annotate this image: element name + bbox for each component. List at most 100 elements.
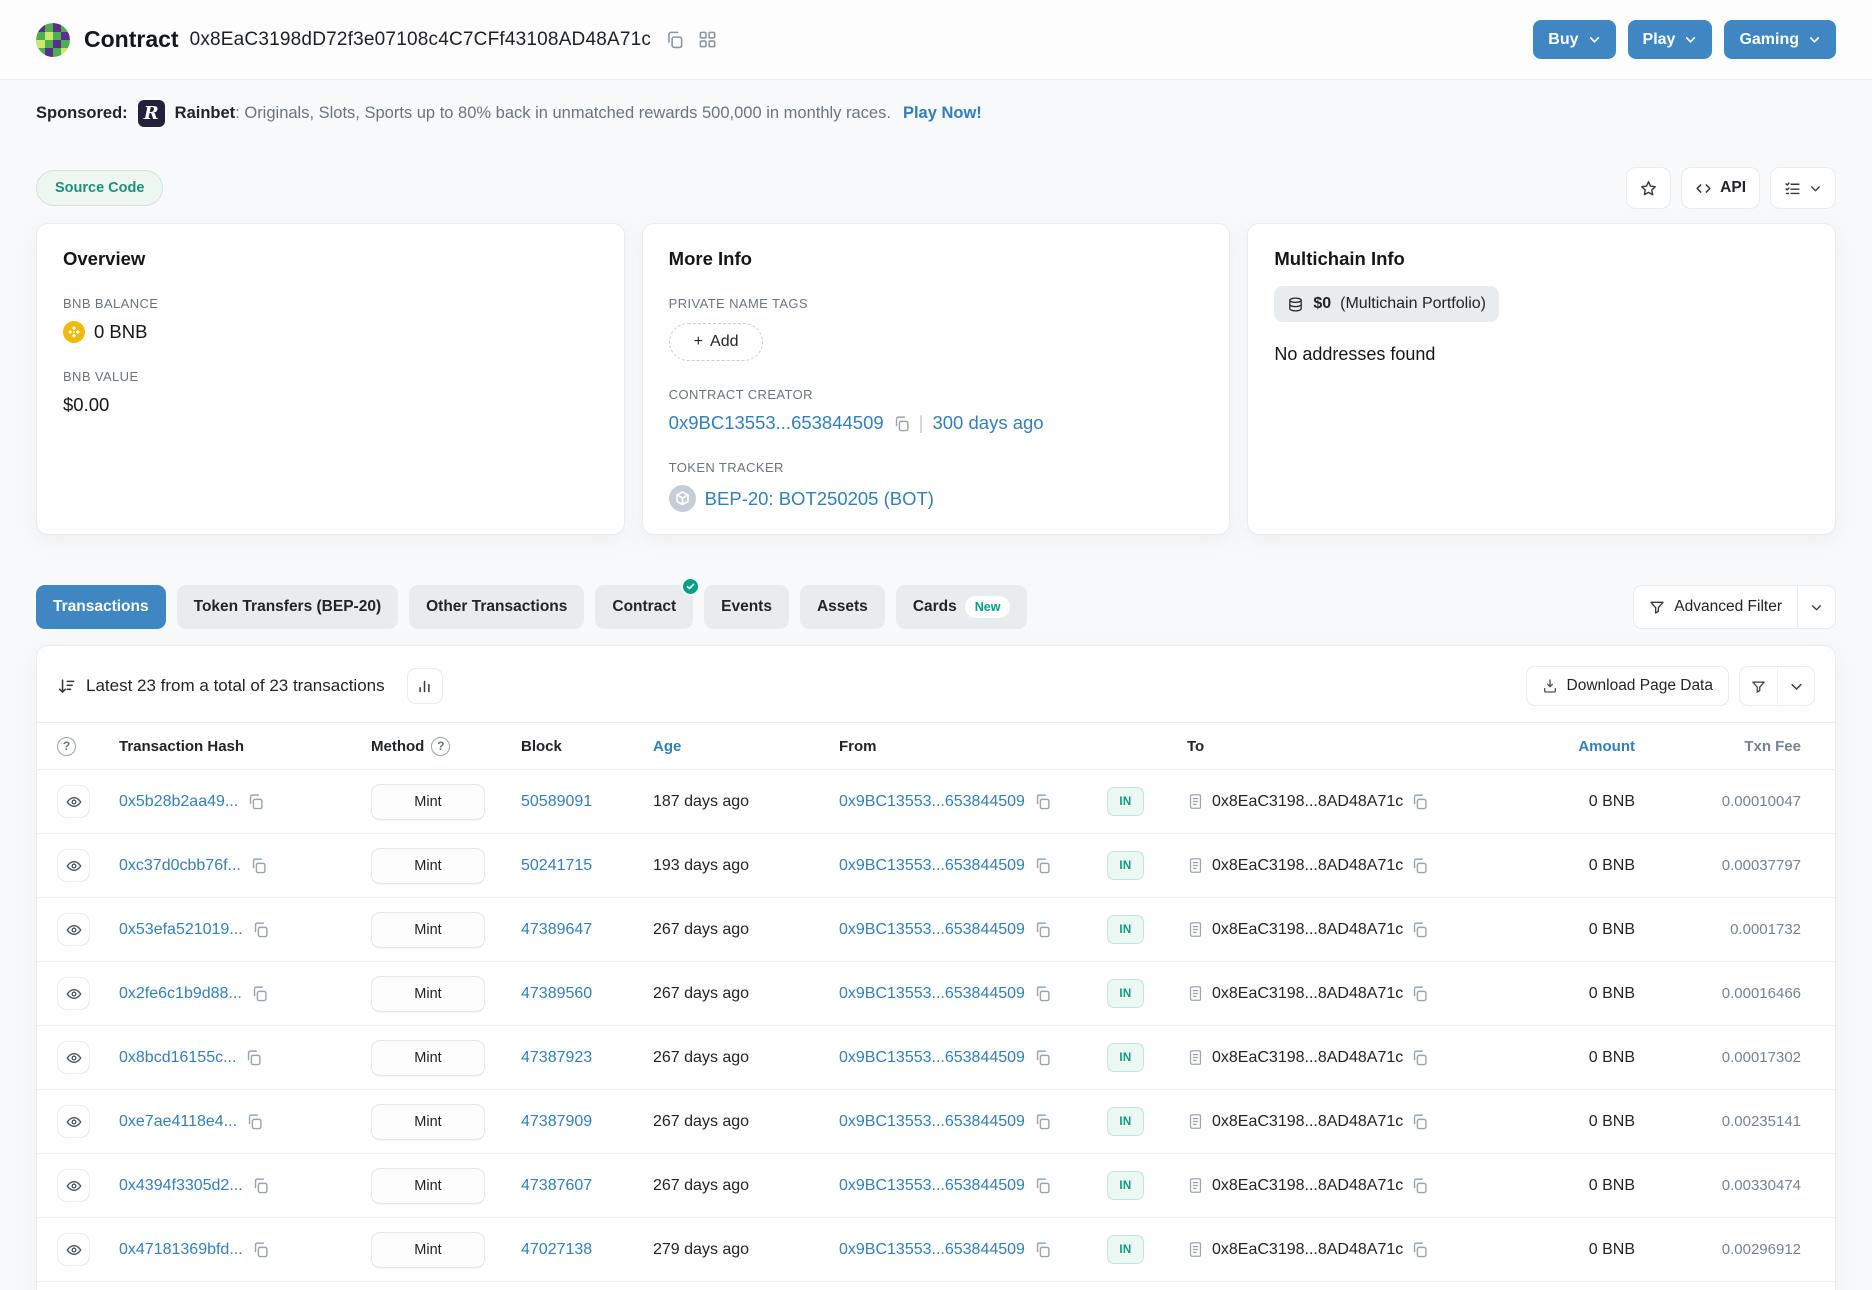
tab-other-transactions[interactable]: Other Transactions [409,585,584,629]
block-link[interactable]: 50241715 [521,857,592,874]
copy-icon[interactable] [1034,921,1051,938]
method-badge[interactable]: Mint [371,1104,485,1140]
transaction-hash-link[interactable]: 0xc37d0cbb76f... [119,857,241,875]
preview-transaction-button[interactable] [57,849,90,882]
to-address-link[interactable]: 0x8EaC3198...8AD48A71c [1212,857,1403,875]
from-address-link[interactable]: 0x9BC13553...653844509 [839,1177,1025,1195]
method-badge[interactable]: Mint [371,1168,485,1204]
sort-icon[interactable] [57,677,76,696]
tab-contract[interactable]: Contract [595,585,693,629]
copy-icon[interactable] [252,921,269,938]
help-icon[interactable]: ? [57,737,76,756]
block-link[interactable]: 47027138 [521,1241,592,1258]
from-address-link[interactable]: 0x9BC13553...653844509 [839,985,1025,1003]
copy-icon[interactable] [1034,1113,1051,1130]
transaction-hash-link[interactable]: 0xe7ae4118e4... [119,1113,237,1131]
transaction-hash-link[interactable]: 0x4394f3305d2... [119,1177,243,1195]
source-code-badge[interactable]: Source Code [36,170,163,206]
from-address-link[interactable]: 0x9BC13553...653844509 [839,857,1025,875]
buy-button[interactable]: Buy [1533,20,1615,59]
filter-funnel-button[interactable] [1740,667,1777,705]
method-badge[interactable]: Mint [371,912,485,948]
advanced-filter-caret[interactable] [1797,586,1835,628]
copy-icon[interactable] [245,1049,262,1066]
gaming-button[interactable]: Gaming [1724,20,1836,59]
copy-icon[interactable] [247,793,264,810]
copy-icon[interactable] [1411,1241,1428,1258]
tab-token-transfers-bep-20[interactable]: Token Transfers (BEP-20) [177,585,399,629]
copy-icon[interactable] [246,1113,263,1130]
creation-age-link[interactable]: 300 days ago [932,412,1043,434]
preview-transaction-button[interactable] [57,1233,90,1266]
copy-icon[interactable] [1411,1113,1428,1130]
copy-icon[interactable] [1411,1049,1428,1066]
preview-transaction-button[interactable] [57,785,90,818]
block-link[interactable]: 50589091 [521,793,592,810]
copy-icon[interactable] [1034,1241,1051,1258]
api-button[interactable]: API [1681,167,1760,209]
transaction-hash-link[interactable]: 0x53efa521019... [119,921,243,939]
copy-icon[interactable] [1411,793,1428,810]
download-page-data-button[interactable]: Download Page Data [1526,666,1730,706]
block-link[interactable]: 47387909 [521,1113,592,1130]
help-icon[interactable]: ? [431,737,450,756]
copy-icon[interactable] [251,985,268,1002]
block-link[interactable]: 47387923 [521,1049,592,1066]
copy-icon[interactable] [1034,985,1051,1002]
multichain-portfolio-badge[interactable]: $0 (Multichain Portfolio) [1274,286,1499,322]
preview-transaction-button[interactable] [57,913,90,946]
preview-transaction-button[interactable] [57,1041,90,1074]
creator-address-link[interactable]: 0x9BC13553...653844509 [669,412,884,434]
transaction-hash-link[interactable]: 0x47181369bfd... [119,1241,243,1259]
copy-icon[interactable] [1411,857,1428,874]
play-button[interactable]: Play [1628,20,1713,59]
transaction-hash-link[interactable]: 0x8bcd16155c... [119,1049,236,1067]
to-address-link[interactable]: 0x8EaC3198...8AD48A71c [1212,1113,1403,1131]
to-address-link[interactable]: 0x8EaC3198...8AD48A71c [1212,1177,1403,1195]
chart-view-button[interactable] [407,668,443,704]
from-address-link[interactable]: 0x9BC13553...653844509 [839,1049,1025,1067]
token-tracker-link[interactable]: BEP-20: BOT250205 (BOT) [705,488,934,510]
preview-transaction-button[interactable] [57,977,90,1010]
block-link[interactable]: 47387607 [521,1177,592,1194]
add-name-tag-button[interactable]: + Add [669,323,764,361]
advanced-filter-main[interactable]: Advanced Filter [1634,586,1797,628]
col-age[interactable]: Age [653,738,681,755]
method-badge[interactable]: Mint [371,848,485,884]
from-address-link[interactable]: 0x9BC13553...653844509 [839,1113,1025,1131]
from-address-link[interactable]: 0x9BC13553...653844509 [839,921,1025,939]
tab-assets[interactable]: Assets [800,585,885,629]
to-address-link[interactable]: 0x8EaC3198...8AD48A71c [1212,1049,1403,1067]
to-address-link[interactable]: 0x8EaC3198...8AD48A71c [1212,921,1403,939]
copy-icon[interactable] [1034,1177,1051,1194]
copy-icon[interactable] [1411,921,1428,938]
checklist-menu-button[interactable] [1770,167,1836,209]
copy-address-icon[interactable] [665,30,684,49]
method-badge[interactable]: Mint [371,1232,485,1268]
tab-events[interactable]: Events [704,585,789,629]
to-address-link[interactable]: 0x8EaC3198...8AD48A71c [1212,793,1403,811]
copy-icon[interactable] [250,857,267,874]
method-badge[interactable]: Mint [371,1040,485,1076]
copy-icon[interactable] [1034,1049,1051,1066]
copy-icon[interactable] [1411,1177,1428,1194]
copy-icon[interactable] [1034,857,1051,874]
col-amount[interactable]: Amount [1578,738,1635,755]
tab-cards[interactable]: CardsNew [896,585,1028,629]
block-link[interactable]: 47389647 [521,921,592,938]
filter-caret-button[interactable] [1777,667,1814,705]
copy-icon[interactable] [1411,985,1428,1002]
col-txn-fee[interactable]: Txn Fee [1744,738,1801,755]
from-address-link[interactable]: 0x9BC13553...653844509 [839,1241,1025,1259]
copy-icon[interactable] [1034,793,1051,810]
method-badge[interactable]: Mint [371,784,485,820]
to-address-link[interactable]: 0x8EaC3198...8AD48A71c [1212,1241,1403,1259]
transaction-hash-link[interactable]: 0x2fe6c1b9d88... [119,985,242,1003]
transaction-hash-link[interactable]: 0x5b28b2aa49... [119,793,238,811]
from-address-link[interactable]: 0x9BC13553...653844509 [839,793,1025,811]
copy-icon[interactable] [252,1241,269,1258]
block-link[interactable]: 47389560 [521,985,592,1002]
qr-grid-icon[interactable] [698,30,717,49]
favorite-button[interactable] [1626,167,1671,209]
tab-transactions[interactable]: Transactions [36,585,166,629]
